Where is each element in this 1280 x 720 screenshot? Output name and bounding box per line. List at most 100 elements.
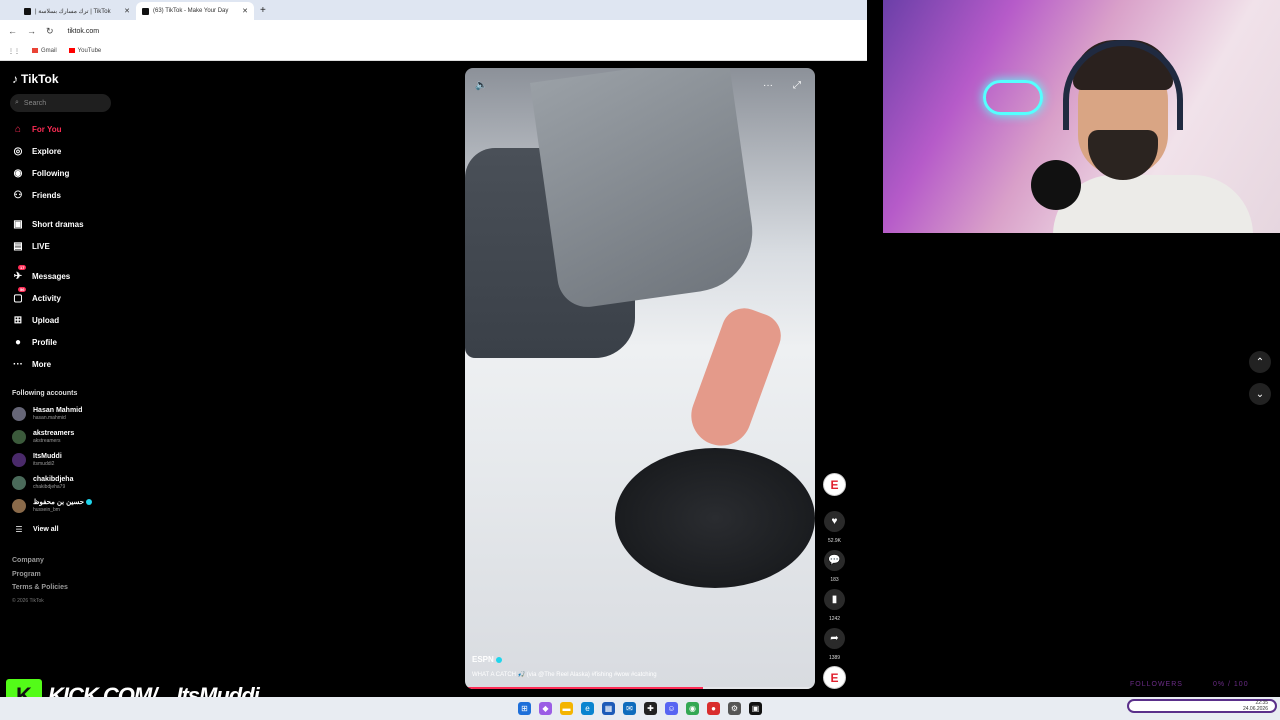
fullscreen-icon[interactable]: ⤢: [793, 80, 801, 91]
edge-icon[interactable]: e: [581, 702, 594, 715]
chrome-icon[interactable]: ◉: [686, 702, 699, 715]
settings-icon[interactable]: ⚙: [728, 702, 741, 715]
upload-icon: ⊞: [13, 314, 23, 326]
video-author[interactable]: ESPN: [472, 655, 502, 664]
copilot-icon[interactable]: ◆: [539, 702, 552, 715]
video-caption: WHAT A CATCH 🎣 (via @The Reel Alaska) #f…: [472, 672, 657, 678]
search-icon: ⌕: [15, 99, 19, 106]
account-item[interactable]: حسين بن محفوظ hussein_bm: [12, 499, 93, 513]
streamer-beard: [1088, 130, 1158, 180]
bookmarks-bar: ⋮⋮ Gmail YouTube: [0, 42, 867, 61]
gmail-icon: [32, 47, 38, 53]
app-icon[interactable]: ✚: [644, 702, 657, 715]
discord-icon[interactable]: ☺: [665, 702, 678, 715]
next-video-button[interactable]: ⌄: [1249, 383, 1271, 405]
home-icon: ⌂: [14, 123, 22, 135]
followers-label: FOLLOWERS: [1130, 681, 1183, 688]
logo-text: TikTok: [21, 72, 59, 86]
url-field[interactable]: tiktok.com: [68, 28, 100, 35]
menu-explore[interactable]: ◎ Explore: [12, 145, 62, 157]
neon-controller-sign: [983, 80, 1043, 115]
verified-icon: [86, 499, 93, 506]
account-name: Hasan Mahmid: [33, 407, 83, 414]
friends-icon: ⚇: [13, 189, 23, 201]
new-tab-button[interactable]: +: [260, 2, 266, 20]
menu-activity[interactable]: ▢ 56 Activity: [12, 287, 61, 304]
streamer-shirt: [1053, 175, 1253, 233]
bookmark-gmail[interactable]: Gmail: [32, 47, 57, 54]
menu-label: Friends: [32, 190, 61, 200]
menu-label: LIVE: [32, 241, 50, 251]
video-progress-bar[interactable]: [465, 687, 815, 689]
account-handle: hasan.mahmid: [33, 415, 66, 421]
reload-icon[interactable]: ↻: [46, 26, 54, 37]
apps-icon[interactable]: ⋮⋮: [8, 48, 20, 55]
bookmark-label: YouTube: [77, 48, 102, 55]
volume-icon[interactable]: 🔈: [475, 80, 487, 91]
view-all-button[interactable]: ☰ View all: [12, 525, 58, 534]
video-progress-fill: [465, 687, 703, 689]
obs-icon[interactable]: ▣: [749, 702, 762, 715]
menu-short-dramas[interactable]: ▣ Short dramas: [12, 218, 83, 230]
footer-company[interactable]: Company: [12, 557, 44, 564]
account-handle: chakibdjeha79: [33, 484, 66, 490]
tab-strip: | ترك مسارك بسلاسة | TikTok ✕ (63) TikTo…: [0, 0, 867, 20]
account-item[interactable]: ItsMuddi itsmuddi2: [12, 453, 62, 467]
menu-more[interactable]: ··· More: [12, 358, 51, 370]
account-item[interactable]: chakibdjeha chakibdjeha79: [12, 476, 73, 490]
share-count: 1389: [828, 655, 841, 661]
tab-2[interactable]: (63) TikTok - Make Your Day ✕: [136, 2, 254, 20]
avatar: [12, 453, 26, 467]
account-handle: itsmuddi2: [33, 461, 55, 467]
sound-disc[interactable]: E: [823, 666, 846, 689]
message-icon: ✈ 17: [13, 265, 27, 282]
share-button[interactable]: ➦: [824, 628, 845, 649]
tiktok-favicon-icon: [24, 7, 31, 15]
menu-profile[interactable]: ● Profile: [12, 336, 57, 348]
menu-label: Activity: [32, 293, 61, 303]
store-icon[interactable]: ▦: [602, 702, 615, 715]
close-tab-icon[interactable]: ✕: [242, 7, 248, 15]
footer-terms[interactable]: Terms & Policies: [12, 584, 68, 591]
forward-icon[interactable]: →: [27, 26, 36, 36]
followers-goal: FOLLOWERS 0% / 100: [1130, 681, 1249, 688]
chevron-up-icon: ⌃: [1255, 356, 1265, 368]
menu-friends[interactable]: ⚇ Friends: [12, 189, 61, 201]
menu-messages[interactable]: ✈ 17 Messages: [12, 265, 70, 282]
menu-label: Explore: [32, 146, 62, 156]
webcam-overlay: [883, 0, 1280, 233]
like-button[interactable]: ♥: [824, 511, 845, 532]
file-explorer-icon[interactable]: ▬: [560, 702, 573, 715]
save-button[interactable]: ▮: [824, 589, 845, 610]
avatar: [12, 407, 26, 421]
previous-video-button[interactable]: ⌃: [1249, 351, 1271, 373]
footer-program[interactable]: Program: [12, 571, 41, 578]
menu-label: For You: [32, 124, 62, 134]
creator-avatar[interactable]: E: [823, 473, 846, 496]
drama-icon: ▣: [13, 218, 23, 230]
menu-for-you[interactable]: ⌂ For You: [12, 123, 62, 135]
outlook-icon[interactable]: ✉: [623, 702, 636, 715]
more-options-icon[interactable]: ···: [763, 80, 773, 91]
account-item[interactable]: Hasan Mahmid hasan.mahmid: [12, 407, 82, 421]
close-tab-icon[interactable]: ✕: [124, 7, 130, 15]
video-player[interactable]: 🔈 ··· ⤢ ESPN WHAT A CATCH 🎣 (via @The Re…: [465, 68, 815, 689]
tiktok-favicon-icon: [142, 7, 149, 15]
back-icon[interactable]: ←: [8, 26, 17, 36]
video-frame-jacket: [529, 68, 761, 311]
espn-logo-icon: E: [830, 670, 839, 685]
start-icon[interactable]: ⊞: [518, 702, 531, 715]
tab-1[interactable]: | ترك مسارك بسلاسة | TikTok ✕: [18, 2, 136, 20]
avatar: [12, 499, 26, 513]
menu-upload[interactable]: ⊞ Upload: [12, 314, 59, 326]
search-input[interactable]: ⌕ Search: [10, 94, 111, 112]
bookmark-youtube[interactable]: YouTube: [68, 47, 102, 55]
comment-button[interactable]: 💬: [824, 550, 845, 571]
activity-badge: 56: [18, 287, 27, 292]
menu-following[interactable]: ◉ Following: [12, 167, 70, 179]
menu-live[interactable]: ▤ LIVE: [12, 240, 50, 252]
account-item[interactable]: akstreamers akstreamers: [12, 430, 74, 444]
system-clock[interactable]: 22:35 24.06.2026: [1243, 700, 1268, 712]
tiktok-logo[interactable]: ♪ TikTok: [12, 72, 59, 86]
app-icon-red[interactable]: ●: [707, 702, 720, 715]
